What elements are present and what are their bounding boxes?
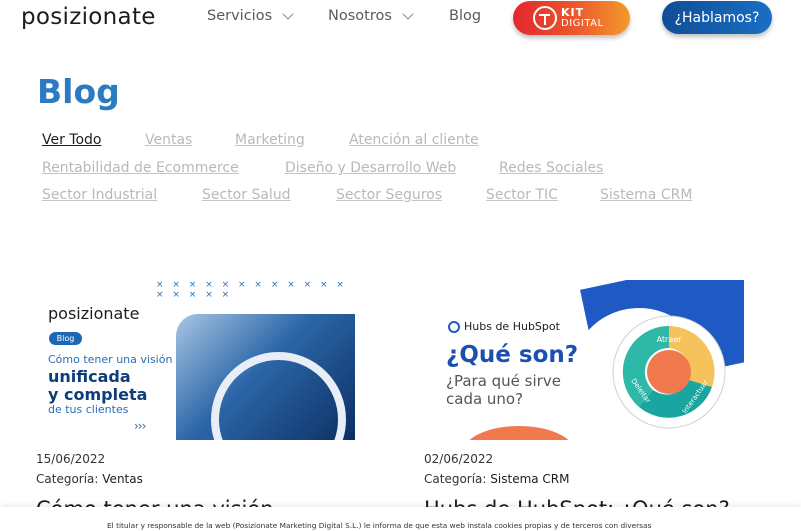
post-2-category-value[interactable]: Sistema CRM: [490, 472, 569, 486]
chevron-down-icon: [282, 8, 294, 20]
post-2-date: 02/06/2022: [424, 452, 494, 466]
decorative-dots: × × × × × × × × × × × × × × × × ×: [156, 280, 347, 300]
post-1-category: Categoría: Ventas: [36, 472, 143, 486]
arrows-icon: ›››: [134, 419, 146, 433]
post-2-image-line1: ¿Qué son?: [446, 342, 579, 368]
chevron-down-icon: [402, 8, 414, 20]
page-title: Blog: [37, 72, 120, 111]
filter-sector-tic[interactable]: Sector TIC: [486, 187, 558, 203]
hubspot-icon: [448, 320, 460, 333]
nav-servicios[interactable]: Servicios: [207, 8, 294, 24]
nav-servicios-label: Servicios: [207, 8, 273, 24]
post-1-image-line3: y completa: [48, 385, 148, 404]
filter-atencion-cliente[interactable]: Atención al cliente: [349, 132, 479, 148]
post-2-image-line3: cada uno?: [446, 390, 524, 408]
post-1-image-badge: Blog: [49, 332, 82, 345]
post-1-image-line4: de tus clientes: [48, 403, 129, 416]
filter-ver-todo[interactable]: Ver Todo: [42, 132, 102, 148]
kit-digital-button[interactable]: KIT DIGITAL: [513, 1, 630, 35]
post-2-image[interactable]: Atraer Interactuar Deleitar Hubs de HubS…: [424, 280, 744, 440]
filter-diseno-web[interactable]: Diseño y Desarrollo Web: [285, 160, 456, 176]
nav-nosotros[interactable]: Nosotros: [328, 8, 414, 24]
post-1-category-value[interactable]: Ventas: [102, 472, 143, 486]
kit-digital-line1: KIT: [561, 6, 585, 19]
post-1-image-line2: unificada: [48, 367, 131, 386]
post-1-category-label: Categoría:: [36, 472, 99, 486]
filter-redes-sociales[interactable]: Redes Sociales: [499, 160, 603, 176]
site-logo[interactable]: posizionate: [21, 4, 156, 30]
post-2-image-brand-text: Hubs de HubSpot: [464, 320, 560, 333]
post-2-image-brand: Hubs de HubSpot: [448, 320, 560, 333]
filter-sistema-crm[interactable]: Sistema CRM: [600, 187, 692, 203]
post-1-image-line1: Cómo tener una visión: [48, 353, 173, 366]
hablamos-button[interactable]: ¿Hablamos?: [662, 1, 772, 34]
post-2-image-line2: ¿Para qué sirve: [446, 372, 561, 390]
post-2-category-label: Categoría:: [424, 472, 487, 486]
wheel-label-top: Atraer: [657, 335, 683, 344]
filter-marketing[interactable]: Marketing: [235, 132, 305, 148]
kit-digital-label: KIT DIGITAL: [561, 7, 604, 29]
post-1-image[interactable]: × × × × × × × × × × × × × × × × × posizi…: [36, 280, 355, 440]
post-2-category: Categoría: Sistema CRM: [424, 472, 570, 486]
nav-blog[interactable]: Blog: [449, 8, 481, 24]
filter-rentabilidad-ecommerce[interactable]: Rentabilidad de Ecommerce: [42, 160, 239, 176]
filter-sector-salud[interactable]: Sector Salud: [202, 187, 291, 203]
filter-sector-seguros[interactable]: Sector Seguros: [336, 187, 442, 203]
cookie-text: El titular y responsable de la web (Posi…: [107, 521, 652, 530]
nav-blog-label: Blog: [449, 8, 482, 24]
kit-digital-line2: DIGITAL: [561, 18, 604, 29]
inbound-wheel-icon: Atraer Interactuar Deleitar: [612, 315, 726, 429]
filter-ventas[interactable]: Ventas: [145, 132, 192, 148]
logo-text: posizionate: [21, 4, 156, 30]
nav-nosotros-label: Nosotros: [328, 8, 392, 24]
post-1-date: 15/06/2022: [36, 452, 106, 466]
post-2-orange-shape: [464, 426, 574, 440]
kit-digital-icon: [533, 6, 557, 30]
post-1-image-logo: posizionate: [48, 304, 140, 323]
cookie-banner: El titular y responsable de la web (Posi…: [0, 507, 801, 531]
filter-sector-industrial[interactable]: Sector Industrial: [42, 187, 157, 203]
